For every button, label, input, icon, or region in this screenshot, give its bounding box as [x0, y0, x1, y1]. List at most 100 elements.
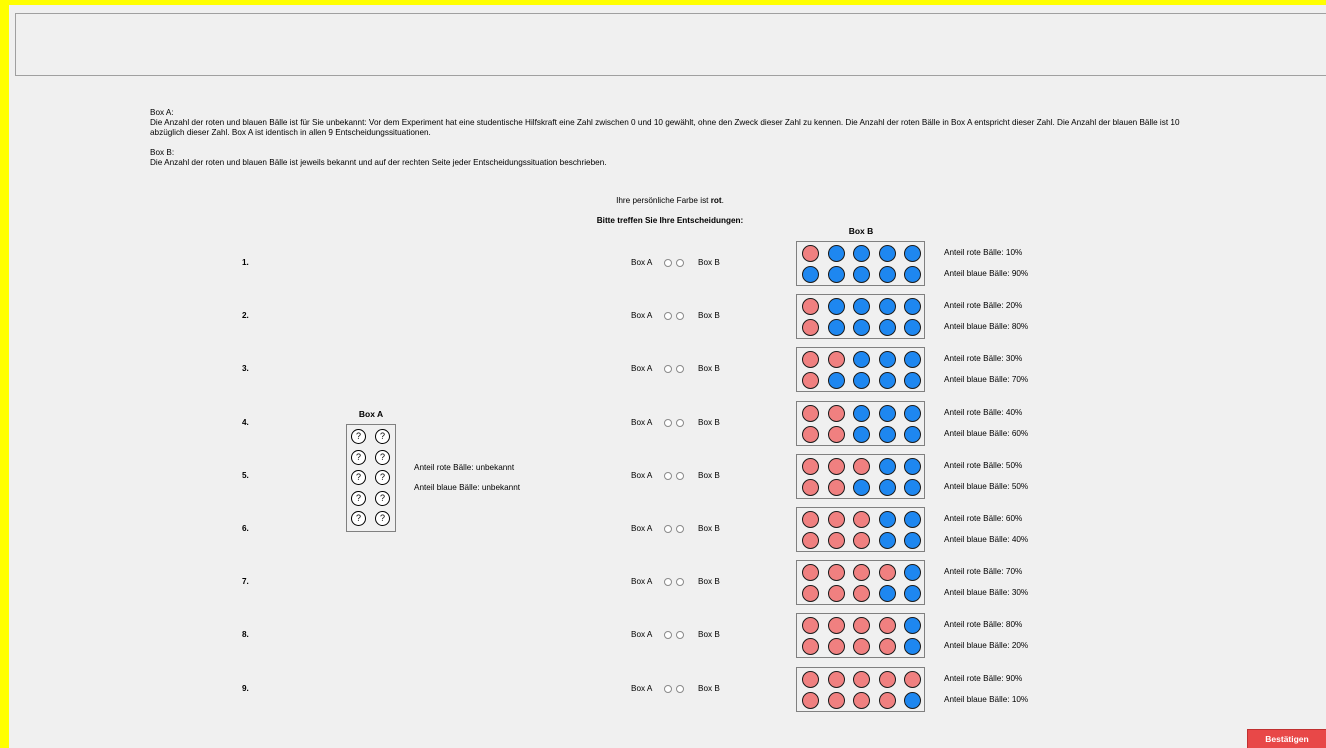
box-a-red-share: Anteil rote Bälle: unbekannt	[414, 463, 515, 472]
blue-ball-icon	[904, 532, 921, 549]
red-ball-icon	[802, 511, 819, 528]
box-a-heading: Box A	[358, 409, 384, 419]
radio-box-a[interactable]	[664, 365, 672, 373]
box-b-blue-share: Anteil blaue Bälle: 20%	[944, 641, 1029, 650]
radio-box-a[interactable]	[664, 419, 672, 427]
red-ball-icon	[853, 692, 870, 709]
blue-ball-icon	[827, 298, 845, 315]
box-b-red-share: Anteil rote Bälle: 50%	[944, 461, 1023, 470]
radio-box-b[interactable]	[676, 365, 684, 373]
red-ball-icon	[853, 585, 870, 602]
red-ball-icon	[802, 585, 819, 602]
box-b-blue-share: Anteil blaue Bälle: 80%	[944, 322, 1029, 331]
red-ball-icon	[827, 479, 845, 496]
blue-ball-icon	[827, 372, 845, 389]
unknown-ball-icon: ?	[375, 429, 390, 444]
decision-number: 9.	[242, 684, 249, 693]
decision-number: 7.	[242, 577, 249, 586]
unknown-ball-icon: ?	[351, 429, 366, 444]
blue-ball-icon	[878, 479, 896, 496]
blue-ball-icon	[878, 405, 896, 422]
red-ball-icon	[802, 638, 819, 655]
personal-color-value: rot	[710, 196, 722, 205]
radio-box-b[interactable]	[676, 312, 684, 320]
red-ball-icon	[802, 426, 819, 443]
radio-box-b[interactable]	[676, 685, 684, 693]
blue-ball-icon	[904, 511, 921, 528]
unknown-ball-icon: ?	[375, 449, 390, 465]
instructions: Box A: Die Anzahl der roten und blauen B…	[150, 108, 1210, 168]
radio-box-b[interactable]	[676, 525, 684, 533]
choice-label-box-b: Box B	[698, 418, 720, 427]
blue-ball-icon	[904, 405, 921, 422]
choice-label-box-b: Box B	[698, 684, 720, 693]
choice-label-box-b: Box B	[698, 471, 720, 480]
blue-ball-icon	[904, 372, 921, 389]
red-ball-icon	[802, 298, 819, 315]
unknown-ball-icon: ?	[375, 470, 390, 485]
blue-ball-icon	[853, 319, 870, 336]
radio-box-b[interactable]	[676, 631, 684, 639]
box-b-heading: Box B	[848, 226, 874, 236]
red-ball-icon	[827, 351, 845, 368]
box-a-instruction-title: Box A:	[150, 108, 174, 117]
radio-box-a[interactable]	[664, 685, 672, 693]
box-b-blue-share: Anteil blaue Bälle: 10%	[944, 695, 1029, 704]
box-b-container	[796, 613, 925, 658]
unknown-ball-icon: ?	[375, 490, 390, 506]
red-ball-icon	[853, 458, 870, 475]
radio-box-b[interactable]	[676, 578, 684, 586]
red-ball-icon	[878, 671, 896, 688]
blue-ball-icon	[802, 266, 819, 283]
blue-ball-icon	[853, 266, 870, 283]
blue-ball-icon	[878, 266, 896, 283]
blue-ball-icon	[853, 245, 870, 262]
red-ball-icon	[802, 692, 819, 709]
box-b-container	[796, 401, 925, 446]
blue-ball-icon	[904, 585, 921, 602]
blue-ball-icon	[904, 351, 921, 368]
box-b-red-share: Anteil rote Bälle: 40%	[944, 408, 1023, 417]
red-ball-icon	[878, 692, 896, 709]
choice-label-box-a: Box A	[631, 364, 653, 373]
radio-box-b[interactable]	[676, 419, 684, 427]
blue-ball-icon	[878, 319, 896, 336]
box-b-red-share: Anteil rote Bälle: 20%	[944, 301, 1023, 310]
blue-ball-icon	[904, 617, 921, 634]
choice-label-box-b: Box B	[698, 630, 720, 639]
red-ball-icon	[853, 617, 870, 634]
radio-box-a[interactable]	[664, 312, 672, 320]
unknown-ball-icon: ?	[351, 470, 366, 485]
radio-box-a[interactable]	[664, 525, 672, 533]
box-b-container	[796, 347, 925, 392]
red-ball-icon	[878, 638, 896, 655]
radio-box-a[interactable]	[664, 259, 672, 267]
red-ball-icon	[827, 617, 845, 634]
choice-label-box-a: Box A	[631, 258, 653, 267]
blue-ball-icon	[904, 298, 921, 315]
decision-number: 8.	[242, 630, 249, 639]
confirm-button[interactable]: Bestätigen	[1247, 729, 1326, 748]
red-ball-icon	[827, 426, 845, 443]
decision-number: 4.	[242, 418, 249, 427]
red-ball-icon	[802, 351, 819, 368]
radio-box-a[interactable]	[664, 578, 672, 586]
red-ball-icon	[853, 511, 870, 528]
radio-box-b[interactable]	[676, 259, 684, 267]
box-b-container	[796, 560, 925, 605]
blue-ball-icon	[853, 405, 870, 422]
blue-ball-icon	[878, 298, 896, 315]
radio-box-b[interactable]	[676, 472, 684, 480]
red-ball-icon	[802, 245, 819, 262]
decision-number: 6.	[242, 524, 249, 533]
box-b-container	[796, 241, 925, 286]
choice-label-box-b: Box B	[698, 364, 720, 373]
red-ball-icon	[802, 405, 819, 422]
red-ball-icon	[904, 671, 921, 688]
choice-label-box-a: Box A	[631, 577, 653, 586]
blue-ball-icon	[878, 511, 896, 528]
radio-box-a[interactable]	[664, 472, 672, 480]
choice-label-box-b: Box B	[698, 524, 720, 533]
radio-box-a[interactable]	[664, 631, 672, 639]
choice-label-box-a: Box A	[631, 311, 653, 320]
